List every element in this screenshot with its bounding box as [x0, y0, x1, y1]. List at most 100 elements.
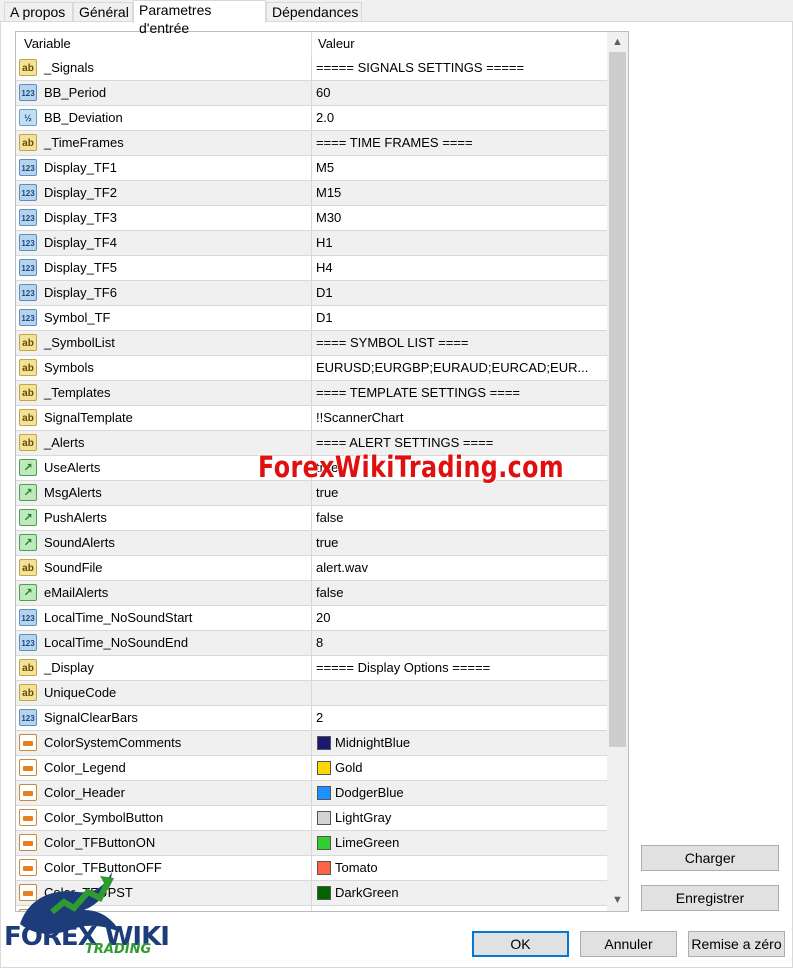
variable-name: Symbols [44, 360, 94, 375]
value-cell[interactable]: M15 [312, 181, 607, 205]
table-row[interactable]: ↗ eMailAlerts false [16, 581, 607, 606]
value-cell[interactable]: ==== TIME FRAMES ==== [312, 131, 607, 155]
value-cell[interactable]: DodgerBlue [312, 781, 607, 805]
vertical-scrollbar[interactable]: ▲ ▼ [607, 32, 628, 911]
table-row[interactable]: ab SoundFile alert.wav [16, 556, 607, 581]
scroll-thumb[interactable] [609, 52, 626, 747]
table-row[interactable]: ab _SymbolList ==== SYMBOL LIST ==== [16, 331, 607, 356]
value-cell[interactable]: false [312, 581, 607, 605]
value-cell[interactable]: 2 [312, 706, 607, 730]
value-cell[interactable]: M5 [312, 156, 607, 180]
value-cell[interactable] [312, 681, 607, 705]
variable-value: EURUSD;EURGBP;EURAUD;EURCAD;EUR... [316, 360, 589, 375]
value-cell[interactable]: ==== TEMPLATE SETTINGS ==== [312, 381, 607, 405]
variable-value: ===== SIGNALS SETTINGS ===== [316, 60, 525, 75]
value-cell[interactable]: !!ScannerChart [312, 406, 607, 430]
value-cell[interactable]: 60 [312, 81, 607, 105]
save-button[interactable]: Enregistrer [641, 885, 779, 911]
table-row[interactable]: 123 LocalTime_NoSoundStart 20 [16, 606, 607, 631]
boolean-type-icon: ↗ [19, 584, 37, 601]
table-row[interactable]: 123 LocalTime_NoSoundEnd 8 [16, 631, 607, 656]
scroll-up-icon[interactable]: ▲ [607, 32, 628, 52]
table-row[interactable]: 123 SignalClearBars 2 [16, 706, 607, 731]
value-cell[interactable] [312, 906, 607, 911]
variable-value: MidnightBlue [335, 735, 411, 750]
variable-name: _Alerts [44, 435, 85, 450]
value-cell[interactable]: ==== SYMBOL LIST ==== [312, 331, 607, 355]
string-type-icon: ab [19, 384, 37, 401]
variable-name: LocalTime_NoSoundStart [44, 610, 193, 625]
variable-cell: ab Symbols [16, 356, 312, 380]
variable-cell: ab _SymbolList [16, 331, 312, 355]
value-cell[interactable]: D1 [312, 306, 607, 330]
value-cell[interactable]: 2.0 [312, 106, 607, 130]
variable-name: Display_TF6 [44, 285, 117, 300]
value-cell[interactable]: 8 [312, 631, 607, 655]
value-cell[interactable]: DarkGreen [312, 881, 607, 905]
table-row[interactable]: 123 BB_Period 60 [16, 81, 607, 106]
grid-header: Variable Valeur [16, 32, 607, 56]
value-cell[interactable]: 20 [312, 606, 607, 630]
tab-parametres-entree[interactable]: Parametres d'entrée [133, 0, 266, 36]
color-type-icon [19, 759, 37, 776]
value-cell[interactable]: LightGray [312, 806, 607, 830]
tab-a-propos[interactable]: A propos [4, 2, 73, 21]
table-row[interactable]: ab _Signals ===== SIGNALS SETTINGS ===== [16, 56, 607, 81]
variable-name: Display_TF3 [44, 210, 117, 225]
ok-button[interactable]: OK [472, 931, 569, 957]
table-row[interactable]: Color_Legend Gold [16, 756, 607, 781]
value-cell[interactable]: alert.wav [312, 556, 607, 580]
value-cell[interactable]: ===== Display Options ===== [312, 656, 607, 680]
variable-cell: Color_Legend [16, 756, 312, 780]
value-cell[interactable]: H4 [312, 256, 607, 280]
table-row[interactable]: 123 Display_TF4 H1 [16, 231, 607, 256]
table-row[interactable]: Color_Header DodgerBlue [16, 781, 607, 806]
color-type-icon [19, 834, 37, 851]
table-row[interactable]: ColorSystemComments MidnightBlue [16, 731, 607, 756]
tab-label: A propos [10, 4, 66, 20]
color-swatch [317, 836, 331, 850]
color-type-icon [19, 784, 37, 801]
table-row[interactable]: 123 Display_TF1 M5 [16, 156, 607, 181]
table-row[interactable]: 123 Display_TF6 D1 [16, 281, 607, 306]
table-row[interactable]: 123 Display_TF5 H4 [16, 256, 607, 281]
value-cell[interactable]: Gold [312, 756, 607, 780]
table-row[interactable]: ab _Display ===== Display Options ===== [16, 656, 607, 681]
table-row[interactable]: ↗ SoundAlerts true [16, 531, 607, 556]
table-row[interactable]: 123 Symbol_TF D1 [16, 306, 607, 331]
table-row[interactable]: Color_SymbolButton LightGray [16, 806, 607, 831]
table-row[interactable]: ab Symbols EURUSD;EURGBP;EURAUD;EURCAD;EUR… [16, 356, 607, 381]
scroll-down-icon[interactable]: ▼ [607, 890, 628, 910]
value-cell[interactable]: LimeGreen [312, 831, 607, 855]
value-cell[interactable]: ===== SIGNALS SETTINGS ===== [312, 56, 607, 80]
table-row[interactable]: ab UniqueCode [16, 681, 607, 706]
variable-value: ===== Display Options ===== [316, 660, 491, 675]
reset-button[interactable]: Remise a zéro [688, 931, 785, 957]
variable-name: SoundFile [44, 560, 103, 575]
double-type-icon: ½ [19, 109, 37, 126]
variable-value: !!ScannerChart [316, 410, 404, 425]
value-cell[interactable]: true [312, 481, 607, 505]
tab-dependances[interactable]: Dépendances [266, 2, 362, 21]
string-type-icon: ab [19, 559, 37, 576]
value-cell[interactable]: D1 [312, 281, 607, 305]
table-row[interactable]: 123 Display_TF2 M15 [16, 181, 607, 206]
value-cell[interactable]: EURUSD;EURGBP;EURAUD;EURCAD;EUR... [312, 356, 607, 380]
table-row[interactable]: ab _TimeFrames ==== TIME FRAMES ==== [16, 131, 607, 156]
value-cell[interactable]: M30 [312, 206, 607, 230]
table-row[interactable]: ↗ MsgAlerts true [16, 481, 607, 506]
table-row[interactable]: ab SignalTemplate !!ScannerChart [16, 406, 607, 431]
table-row[interactable]: ab _Templates ==== TEMPLATE SETTINGS ==== [16, 381, 607, 406]
value-cell[interactable]: true [312, 531, 607, 555]
table-row[interactable]: ½ BB_Deviation 2.0 [16, 106, 607, 131]
value-cell[interactable]: false [312, 506, 607, 530]
table-row[interactable]: ↗ PushAlerts false [16, 506, 607, 531]
cancel-button[interactable]: Annuler [580, 931, 677, 957]
table-row[interactable]: 123 Display_TF3 M30 [16, 206, 607, 231]
value-cell[interactable]: Tomato [312, 856, 607, 880]
tab-general[interactable]: Général [73, 2, 133, 21]
value-cell[interactable]: MidnightBlue [312, 731, 607, 755]
value-cell[interactable]: H1 [312, 231, 607, 255]
column-header-value[interactable]: Valeur [312, 32, 607, 56]
load-button[interactable]: Charger [641, 845, 779, 871]
